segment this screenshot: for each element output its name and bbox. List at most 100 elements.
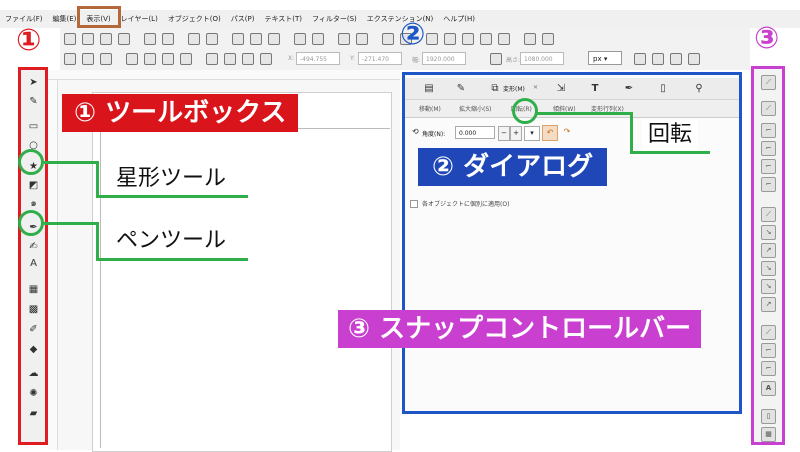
paste-icon[interactable] bbox=[268, 33, 280, 45]
text-tool-icon[interactable]: A bbox=[28, 258, 39, 269]
tab-move[interactable]: 移動(M) bbox=[419, 104, 441, 113]
rotate-ccw-button[interactable]: ↶ bbox=[542, 125, 558, 141]
lock-icon[interactable] bbox=[490, 53, 502, 65]
lower-icon[interactable] bbox=[224, 53, 236, 65]
clone-icon[interactable] bbox=[356, 33, 368, 45]
eraser-tool-icon[interactable]: ▰ bbox=[28, 408, 39, 419]
document-properties-icon[interactable] bbox=[524, 33, 536, 45]
fill-stroke-panel-icon[interactable]: ✎ bbox=[455, 83, 467, 95]
open-icon[interactable] bbox=[82, 33, 94, 45]
undo-icon[interactable] bbox=[188, 33, 200, 45]
lower-bottom-icon[interactable] bbox=[260, 53, 272, 65]
cut-icon[interactable] bbox=[250, 33, 262, 45]
transform-tab-label[interactable]: 変形(M) bbox=[503, 84, 525, 93]
transform-tab-close[interactable]: ✕ bbox=[533, 84, 538, 91]
selector-tool-icon[interactable]: ➤ bbox=[28, 77, 39, 88]
menu-text[interactable]: テキスト(T) bbox=[259, 10, 307, 28]
snap-bbox-corner-icon[interactable]: ⌐ bbox=[761, 141, 776, 156]
rect-tool-icon[interactable]: ▭ bbox=[28, 121, 39, 132]
zoom-selection-icon[interactable] bbox=[294, 33, 306, 45]
snap-smooth-icon[interactable]: ↘ bbox=[761, 279, 776, 294]
scale-stroke-icon[interactable] bbox=[634, 53, 646, 65]
snap-grid-icon[interactable]: ▦ bbox=[761, 427, 776, 442]
snap-midpoint-icon[interactable]: ↗ bbox=[761, 297, 776, 312]
snap-bbox-edge-icon[interactable]: ⌐ bbox=[761, 123, 776, 138]
snap-page-icon[interactable]: ▯ bbox=[761, 409, 776, 424]
new-document-icon[interactable] bbox=[64, 33, 76, 45]
apply-separately-checkbox[interactable] bbox=[410, 200, 418, 208]
redo-icon[interactable] bbox=[206, 33, 218, 45]
text-panel-icon[interactable]: T bbox=[589, 83, 601, 95]
mesh-tool-icon[interactable]: ▩ bbox=[28, 304, 39, 315]
move-gradients-icon[interactable] bbox=[670, 53, 682, 65]
move-patterns-icon[interactable] bbox=[688, 53, 700, 65]
menu-filter[interactable]: フィルター(S) bbox=[307, 10, 362, 28]
select-all-icon[interactable] bbox=[64, 53, 76, 65]
gradient-tool-icon[interactable]: ▦ bbox=[28, 284, 39, 295]
snap-nodes-icon[interactable]: ⟋ bbox=[761, 207, 776, 222]
fill-stroke-icon[interactable] bbox=[426, 33, 438, 45]
snap-text-icon[interactable]: A bbox=[761, 381, 776, 396]
angle-input[interactable]: 0.000 bbox=[455, 126, 495, 139]
import-icon[interactable] bbox=[144, 33, 156, 45]
save-icon[interactable] bbox=[100, 33, 112, 45]
select-all-layers-icon[interactable] bbox=[82, 53, 94, 65]
deselect-icon[interactable] bbox=[100, 53, 112, 65]
tab-scale[interactable]: 拡大縮小(S) bbox=[459, 104, 492, 113]
snap-path-icon[interactable]: ↘ bbox=[761, 225, 776, 240]
rotate-cw-button[interactable]: ↷ bbox=[560, 125, 574, 139]
angle-unit-select[interactable]: ▾ bbox=[524, 126, 540, 141]
pen-panel-icon[interactable]: ✒ bbox=[623, 83, 635, 95]
align-icon[interactable] bbox=[498, 33, 510, 45]
spiral-tool-icon[interactable]: ๑ bbox=[28, 198, 39, 209]
search-icon[interactable]: ⚲ bbox=[693, 83, 705, 95]
export-panel-icon[interactable]: ⇲ bbox=[555, 83, 567, 95]
rotate-cw-icon[interactable] bbox=[144, 53, 156, 65]
snap-rotation-center-icon[interactable]: ⌐ bbox=[761, 343, 776, 358]
group-icon[interactable] bbox=[382, 33, 394, 45]
copy-icon[interactable] bbox=[232, 33, 244, 45]
flip-vertical-icon[interactable] bbox=[180, 53, 192, 65]
document-icon[interactable]: ▤ bbox=[423, 83, 435, 95]
text-font-icon[interactable] bbox=[444, 33, 456, 45]
menu-object[interactable]: オブジェクト(O) bbox=[163, 10, 226, 28]
menu-layer[interactable]: レイヤー(L) bbox=[116, 10, 163, 28]
layers-icon[interactable] bbox=[462, 33, 474, 45]
unit-select[interactable]: px ▾ bbox=[588, 51, 622, 65]
snap-bbox-icon[interactable]: ⟋ bbox=[761, 101, 776, 116]
xml-editor-icon[interactable] bbox=[480, 33, 492, 45]
x-input[interactable]: -494.755 bbox=[296, 52, 340, 65]
menu-help[interactable]: ヘルプ(H) bbox=[438, 10, 480, 28]
duplicate-icon[interactable] bbox=[338, 33, 350, 45]
calligraphy-tool-icon[interactable]: ✍ bbox=[28, 241, 39, 252]
flip-horizontal-icon[interactable] bbox=[162, 53, 174, 65]
print-icon[interactable] bbox=[118, 33, 130, 45]
scale-corners-icon[interactable] bbox=[652, 53, 664, 65]
angle-decrement-button[interactable]: − bbox=[498, 126, 510, 141]
raise-top-icon[interactable] bbox=[242, 53, 254, 65]
snap-intersection-icon[interactable]: ↗ bbox=[761, 243, 776, 258]
transform-tab-icon[interactable]: ⧉ bbox=[489, 83, 501, 95]
page-panel-icon[interactable]: ▯ bbox=[657, 83, 669, 95]
preferences-icon[interactable] bbox=[542, 33, 554, 45]
snap-toggle-icon[interactable]: ⟋ bbox=[761, 75, 776, 90]
angle-increment-button[interactable]: + bbox=[510, 126, 522, 141]
snap-bbox-midpoint-icon[interactable]: ⌐ bbox=[761, 159, 776, 174]
y-input[interactable]: -271.470 bbox=[358, 52, 402, 65]
snap-center-icon[interactable]: ⟋ bbox=[761, 325, 776, 340]
snap-cusp-icon[interactable]: ↘ bbox=[761, 261, 776, 276]
dropper-tool-icon[interactable]: ✐ bbox=[28, 324, 39, 335]
height-input[interactable]: 1080.000 bbox=[520, 52, 564, 65]
node-tool-icon[interactable]: ✎ bbox=[28, 96, 39, 107]
spray-tool-icon[interactable]: ✺ bbox=[28, 388, 39, 399]
snap-text-baseline-icon[interactable]: ⌐ bbox=[761, 361, 776, 376]
snap-bbox-center-icon[interactable]: ⌐ bbox=[761, 177, 776, 192]
paint-bucket-tool-icon[interactable]: ◆ bbox=[28, 344, 39, 355]
tweak-tool-icon[interactable]: ☁ bbox=[28, 368, 39, 379]
menu-path[interactable]: パス(P) bbox=[226, 10, 260, 28]
raise-icon[interactable] bbox=[206, 53, 218, 65]
export-icon[interactable] bbox=[162, 33, 174, 45]
width-input[interactable]: 1920.000 bbox=[422, 52, 466, 65]
rotate-ccw-icon[interactable] bbox=[126, 53, 138, 65]
zoom-drawing-icon[interactable] bbox=[312, 33, 324, 45]
